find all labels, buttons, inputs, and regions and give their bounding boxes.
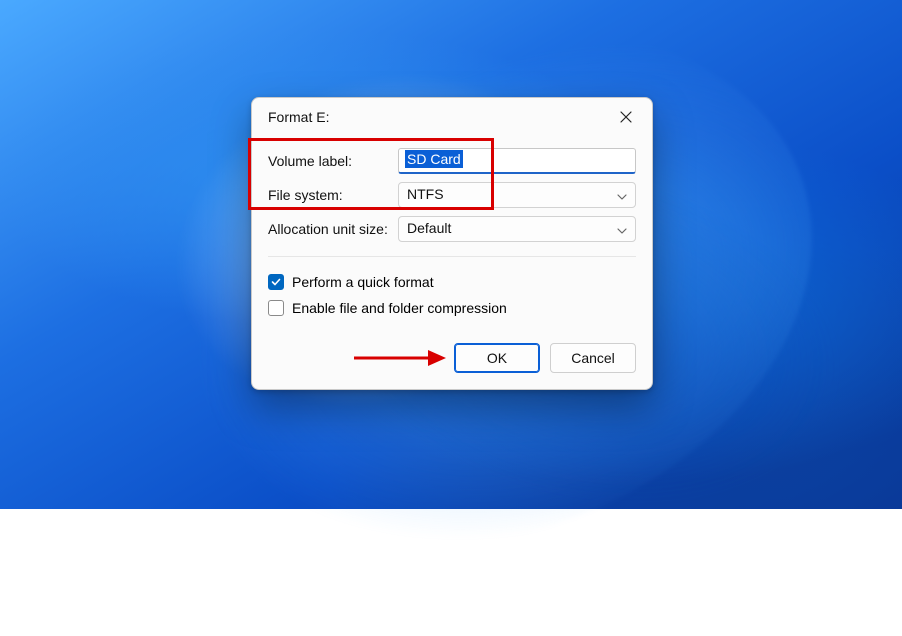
compression-checkbox[interactable]: [268, 300, 284, 316]
volume-label-input[interactable]: SD Card: [398, 148, 636, 174]
dialog-footer: OK Cancel: [252, 325, 652, 389]
file-system-row: File system: NTFS: [268, 178, 636, 212]
arrow-annotation: [350, 345, 450, 371]
check-icon: [271, 277, 281, 287]
volume-label-text: Volume label:: [268, 153, 398, 169]
ok-button[interactable]: OK: [454, 343, 540, 373]
file-system-label: File system:: [268, 187, 398, 203]
file-system-select[interactable]: NTFS: [398, 182, 636, 208]
compression-label: Enable file and folder compression: [292, 300, 507, 316]
chevron-down-icon: [617, 221, 627, 237]
quick-format-label: Perform a quick format: [292, 274, 434, 290]
allocation-row: Allocation unit size: Default: [268, 212, 636, 246]
allocation-label: Allocation unit size:: [268, 221, 398, 237]
chevron-down-icon: [617, 187, 627, 203]
format-dialog: Format E: Volume label: SD Card File sys…: [251, 97, 653, 390]
dialog-body: Volume label: SD Card File system: NTFS …: [252, 136, 652, 325]
allocation-value: Default: [407, 220, 451, 236]
separator: [268, 256, 636, 257]
titlebar: Format E:: [252, 98, 652, 136]
quick-format-row[interactable]: Perform a quick format: [268, 269, 636, 295]
compression-row[interactable]: Enable file and folder compression: [268, 295, 636, 321]
dialog-title: Format E:: [268, 109, 329, 125]
file-system-value: NTFS: [407, 186, 444, 202]
allocation-select[interactable]: Default: [398, 216, 636, 242]
volume-label-value: SD Card: [405, 150, 463, 168]
close-button[interactable]: [612, 103, 640, 131]
quick-format-checkbox[interactable]: [268, 274, 284, 290]
cancel-button[interactable]: Cancel: [550, 343, 636, 373]
volume-label-row: Volume label: SD Card: [268, 144, 636, 178]
close-icon: [620, 111, 632, 123]
